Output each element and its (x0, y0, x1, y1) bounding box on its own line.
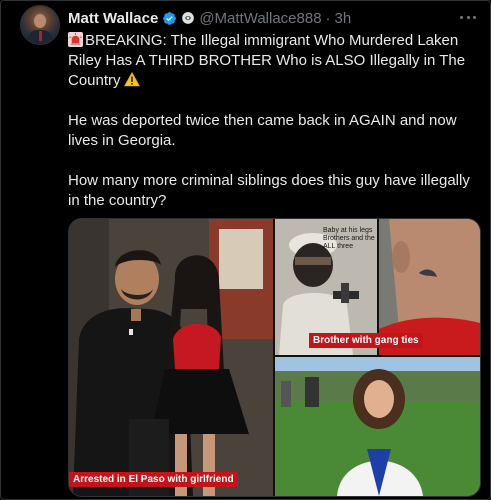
photo-couple-illustration (69, 219, 273, 496)
verified-badge-icon (163, 11, 177, 25)
more-options-icon[interactable] (460, 10, 476, 24)
warning-emoji-icon (123, 72, 140, 87)
header-separator: · (325, 9, 331, 27)
tweet-header: Matt Wallace @MattWallace888 · 3h (68, 7, 351, 29)
tweet-paragraph-3: How many more criminal siblings does thi… (68, 172, 470, 209)
photo-laken-riley[interactable] (275, 357, 480, 496)
avatar-tie (39, 31, 42, 41)
photo-laken-riley-illustration (275, 357, 480, 496)
caption-brother: Brother with gang ties (309, 333, 423, 348)
overlay-line: ALL three (323, 243, 354, 250)
author-avatar[interactable] (20, 5, 60, 45)
photo-overlay-text: Baby at his legs Brothers and the ALL th… (323, 227, 377, 251)
affiliation-badge-icon (182, 12, 195, 24)
more-dot (466, 15, 470, 19)
overlay-line: Brothers and the (323, 235, 375, 242)
more-dot (460, 15, 463, 19)
tweet-text: BREAKING: The Illegal immigrant Who Murd… (68, 31, 483, 211)
author-handle[interactable]: @MattWallace888 (199, 10, 321, 27)
caption-arrested: Arrested in El Paso with girlfriend (69, 472, 238, 487)
more-dot (473, 15, 476, 19)
overlay-line: Baby at his legs (323, 227, 373, 234)
tweet-media-grid[interactable]: Arrested in El Paso with girlfriend Baby… (68, 218, 481, 497)
tweet-timestamp[interactable]: 3h (335, 10, 352, 27)
author-name[interactable]: Matt Wallace (68, 10, 158, 27)
tweet-paragraph-2: He was deported twice then came back in … (68, 112, 457, 149)
tweet-card[interactable]: Matt Wallace @MattWallace888 · 3h BREAKI… (0, 0, 491, 500)
avatar-head (34, 14, 46, 28)
tweet-paragraph-1: BREAKING: The Illegal immigrant Who Murd… (68, 31, 483, 91)
photo-couple[interactable]: Arrested in El Paso with girlfriend (69, 219, 273, 496)
siren-emoji-icon (68, 32, 83, 47)
